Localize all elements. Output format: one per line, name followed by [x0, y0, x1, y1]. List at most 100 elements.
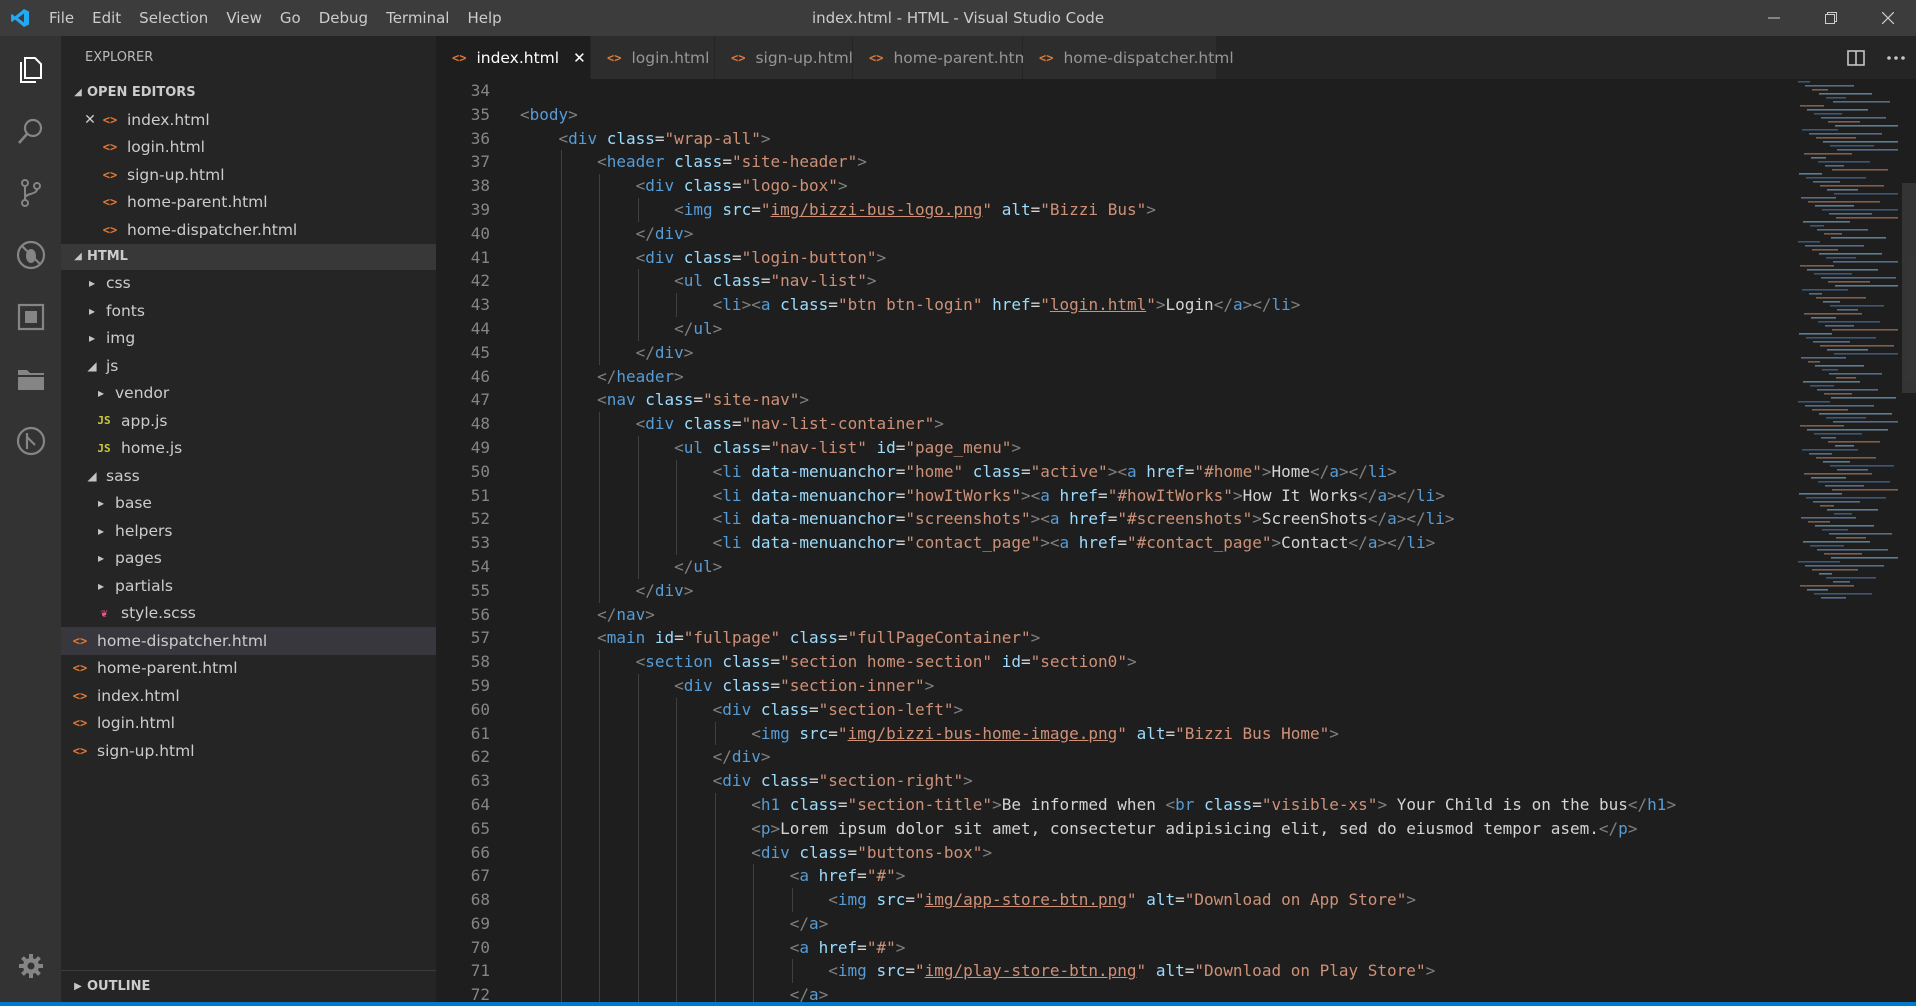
code-line[interactable]: <a href="#"> [520, 864, 1720, 889]
code-line[interactable]: <li data-menuanchor="contact_page"><a hr… [520, 531, 1720, 555]
code-line[interactable]: </a> [520, 911, 1720, 936]
search-icon[interactable] [0, 103, 61, 159]
extensions-icon[interactable] [0, 289, 61, 345]
code-line[interactable]: <li data-menuanchor="howItWorks"><a href… [520, 483, 1720, 508]
open-editor-item[interactable]: <> home-parent.html [61, 189, 436, 217]
code-line[interactable]: <h1 class="section-title">Be informed wh… [520, 792, 1720, 817]
menu-edit[interactable]: Edit [83, 0, 130, 36]
folder-header[interactable]: ◢ HTML [61, 243, 436, 270]
tree-folder[interactable]: ▸ partials [61, 572, 436, 600]
code-line[interactable]: <div class="buttons-box"> [520, 840, 1720, 865]
code-line[interactable]: <div class="section-left"> [520, 697, 1720, 722]
tree-folder[interactable]: ▸ img [61, 325, 436, 353]
code-line[interactable]: <div class="login-button"> [520, 245, 1720, 270]
menu-terminal[interactable]: Terminal [377, 0, 458, 36]
code-line[interactable]: <li data-menuanchor="home" class="active… [520, 459, 1720, 484]
code-editor[interactable]: 34 35 36 37 38 39 40 41 42 43 44 45 46 47 48 49 50 51 52 53… [436, 79, 1916, 1002]
code-line[interactable]: <a href="#"> [520, 935, 1720, 960]
tree-folder[interactable]: ▸ pages [61, 545, 436, 573]
split-editor-button[interactable] [1836, 36, 1876, 79]
code-line[interactable]: <div class="nav-list-container"> [520, 412, 1720, 436]
code-line[interactable]: <div class="section-right"> [520, 769, 1720, 793]
code-line[interactable]: <div class="wrap-all"> [520, 127, 1720, 151]
code-lines[interactable]: <body> <div class="wrap-all"> <header cl… [520, 79, 1720, 1002]
menu-go[interactable]: Go [271, 0, 310, 36]
tree-file[interactable]: JS home.js [61, 435, 436, 463]
code-line[interactable]: <ul class="nav-list" id="page_menu"> [520, 435, 1720, 460]
minimap[interactable] [1792, 79, 1902, 639]
more-actions-button[interactable] [1876, 36, 1916, 79]
code-line[interactable]: <li><a class="btn btn-login" href="login… [520, 293, 1720, 317]
code-line[interactable]: <nav class="site-nav"> [520, 388, 1720, 413]
code-line[interactable]: </a> [520, 983, 1720, 1002]
open-editor-item[interactable]: <> home-dispatcher.html [61, 216, 436, 244]
tree-file[interactable]: <> index.html [61, 682, 436, 710]
restore-button[interactable] [1802, 0, 1859, 36]
vertical-scrollbar[interactable] [1902, 79, 1916, 1002]
code-line[interactable]: <div class="logo-box"> [520, 174, 1720, 198]
code-line[interactable]: <section class="section home-section" id… [520, 650, 1720, 674]
code-line[interactable]: <li data-menuanchor="screenshots"><a hre… [520, 507, 1720, 532]
tab-home-parent[interactable]: <> home-parent.html [853, 36, 1034, 79]
gear-icon[interactable] [0, 938, 61, 994]
code-line[interactable]: <main id="fullpage" class="fullPageConta… [520, 626, 1720, 651]
folder-icon[interactable] [0, 351, 61, 407]
code-line[interactable]: </ul> [520, 554, 1720, 579]
code-line[interactable]: </div> [520, 221, 1720, 246]
open-editor-item[interactable]: <> sign-up.html [61, 161, 436, 189]
html-file-icon: <> [102, 167, 118, 182]
open-editor-item[interactable]: <> login.html [61, 134, 436, 162]
close-icon[interactable]: ✕ [573, 49, 586, 67]
source-control-icon[interactable] [0, 165, 61, 221]
code-line[interactable]: </div> [520, 745, 1720, 770]
menu-view[interactable]: View [217, 0, 271, 36]
open-editors-header[interactable]: ◢ OPEN EDITORS [61, 80, 436, 106]
open-editor-item[interactable]: ✕ <> index.html [61, 106, 436, 134]
menu-help[interactable]: Help [458, 0, 510, 36]
code-line[interactable]: </header> [520, 364, 1720, 389]
code-line[interactable]: <img src="img/bizzi-bus-home-image.png" … [520, 721, 1720, 746]
code-line[interactable]: </div> [520, 340, 1720, 365]
code-line[interactable]: <p>Lorem ipsum dolor sit amet, consectet… [520, 816, 1720, 841]
tree-folder[interactable]: ◢ js [61, 352, 436, 380]
tree-file[interactable]: JS app.js [61, 407, 436, 435]
menu-debug[interactable]: Debug [310, 0, 377, 36]
tree-file[interactable]: <> home-parent.html [61, 655, 436, 683]
tree-folder[interactable]: ▸ fonts [61, 297, 436, 325]
git-history-icon[interactable] [0, 413, 61, 469]
tab-index[interactable]: <> index.html ✕ [436, 36, 591, 79]
menu-selection[interactable]: Selection [130, 0, 217, 36]
menu-file[interactable]: File [40, 0, 83, 36]
tree-file[interactable]: ❦ style.scss [61, 600, 436, 628]
scrollbar-thumb[interactable] [1902, 183, 1916, 393]
code-line[interactable]: <img src="img/play-store-btn.png" alt="D… [520, 959, 1720, 984]
tree-file[interactable]: <> home-dispatcher.html [61, 627, 436, 655]
tree-file[interactable]: <> login.html [61, 710, 436, 738]
tab-login[interactable]: <> login.html [591, 36, 715, 79]
files-icon[interactable] [0, 41, 61, 97]
code-line[interactable]: <body> [520, 103, 1720, 127]
code-line[interactable]: <img src="img/app-store-btn.png" alt="Do… [520, 888, 1720, 912]
tree-folder[interactable]: ▸ css [61, 270, 436, 298]
open-editors-label: OPEN EDITORS [87, 85, 196, 100]
tree-folder[interactable]: ◢ sass [61, 462, 436, 490]
code-line[interactable]: <header class="site-header"> [520, 150, 1720, 175]
close-window-button[interactable] [1859, 0, 1916, 36]
code-line[interactable] [520, 79, 1720, 103]
code-line[interactable]: </nav> [520, 602, 1720, 627]
code-line[interactable]: </ul> [520, 316, 1720, 341]
tab-sign-up[interactable]: <> sign-up.html [715, 36, 853, 79]
code-line[interactable]: </div> [520, 578, 1720, 603]
tree-folder[interactable]: ▸ base [61, 490, 436, 518]
code-line[interactable]: <div class="section-inner"> [520, 673, 1720, 698]
minimize-button[interactable] [1745, 0, 1802, 36]
tree-folder[interactable]: ▸ helpers [61, 517, 436, 545]
outline-section[interactable]: ▶ OUTLINE [61, 970, 436, 1002]
close-icon[interactable]: ✕ [81, 112, 99, 128]
tree-folder[interactable]: ▸ vendor [61, 380, 436, 408]
code-line[interactable]: <ul class="nav-list"> [520, 269, 1720, 294]
code-line[interactable]: <img src="img/bizzi-bus-logo.png" alt="B… [520, 197, 1720, 222]
debug-icon[interactable] [0, 227, 61, 283]
tree-file[interactable]: <> sign-up.html [61, 737, 436, 765]
tab-home-dispatcher[interactable]: <> home-dispatcher.html [1023, 36, 1234, 79]
